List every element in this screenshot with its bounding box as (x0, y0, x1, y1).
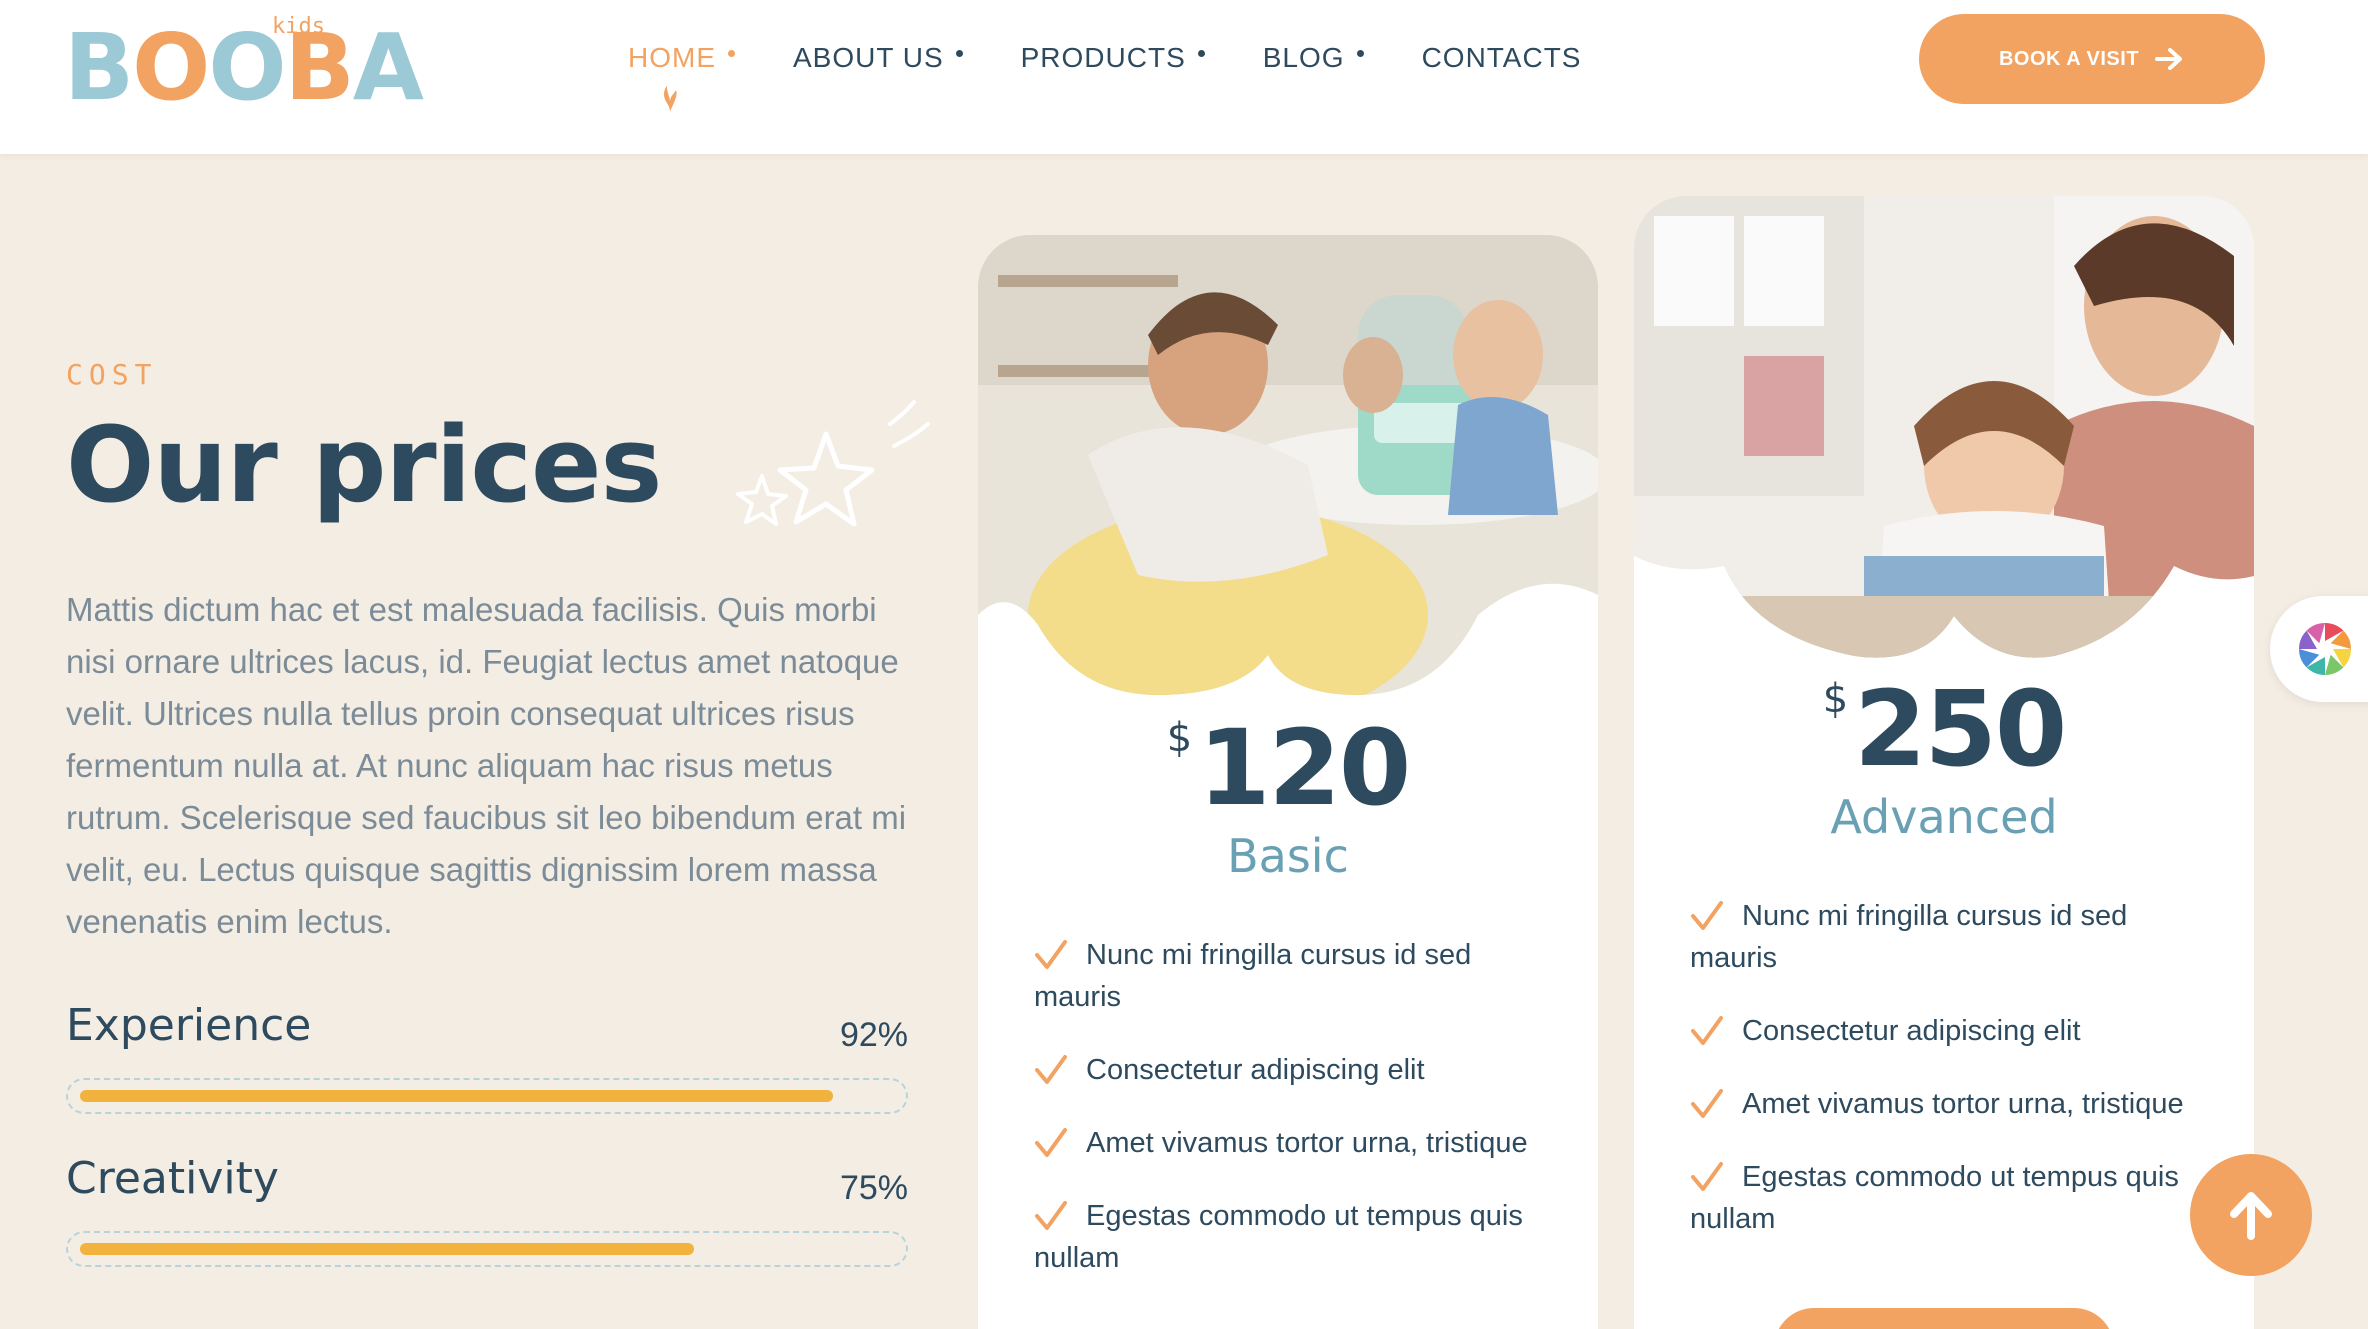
stars-doodle-icon (736, 400, 930, 527)
skill-percent: 92% (839, 1016, 908, 1054)
book-a-visit-button[interactable]: BOOK A VISIT (1919, 14, 2265, 104)
nav-dot (1197, 49, 1205, 57)
leaf-icon (664, 86, 677, 112)
nav-dot (728, 49, 735, 57)
skill-percent: 75% (839, 1169, 908, 1207)
skill-progress-fill (80, 1243, 694, 1255)
feature-item: Amet vivamus tortor urna, tristique (1690, 1083, 2210, 1125)
feature-item: Nunc mi fringilla cursus id sed mauris (1034, 939, 1472, 1013)
pricing-card-basic: $120 Basic Nunc mi fringilla cursus id s… (978, 235, 1598, 1329)
check-icon (1035, 1055, 1067, 1084)
plan-name: Advanced (1830, 790, 2058, 844)
section-title: Our prices (66, 404, 662, 526)
color-picker-tab[interactable] (2270, 596, 2368, 702)
skill-name: Creativity (66, 1153, 279, 1204)
skill-name: Experience (66, 1000, 312, 1051)
nav-item-home[interactable]: HOME (628, 42, 735, 112)
currency-symbol: $ (1822, 676, 1849, 722)
plan-features: Nunc mi fringilla cursus id sed mauris C… (1690, 895, 2210, 1271)
plan-price: $120 (978, 707, 1598, 829)
check-icon (1691, 901, 1723, 930)
skill-creativity: Creativity 75% (66, 1153, 908, 1267)
site-header: kids BOOBA HOME ABOUT US PRODUCTS BLOG C… (0, 0, 2368, 154)
pricing-card-advanced: $250 Advanced Nunc mi fringilla cursus i… (1634, 196, 2254, 1329)
check-icon (1035, 1128, 1067, 1157)
main-nav: HOME ABOUT US PRODUCTS BLOG CONTACTS (628, 38, 1639, 112)
scroll-to-top-button[interactable] (2190, 1154, 2312, 1276)
feature-item: Consectetur adipiscing elit (1034, 1049, 1554, 1091)
skill-experience: Experience 92% (66, 1000, 908, 1114)
currency-symbol: $ (1166, 715, 1193, 761)
skill-progress-track (66, 1078, 908, 1114)
nav-item-about-us[interactable]: ABOUT US (793, 42, 963, 74)
section-eyebrow: COST (66, 358, 158, 391)
skill-progress-track (66, 1231, 908, 1267)
book-a-visit-label: BOOK A VISIT (1998, 47, 2140, 70)
color-wheel-icon (2299, 623, 2351, 675)
arrow-right-icon (2155, 48, 2183, 70)
skill-progress-fill (80, 1090, 833, 1102)
plan-name: Basic (1227, 829, 1349, 883)
price-amount: 120 (1198, 707, 1411, 829)
choose-plan-button[interactable] (1774, 1308, 2114, 1329)
feature-item: Egestas commodo ut tempus quis nullam (1034, 1200, 1523, 1274)
feature-item: Egestas commodo ut tempus quis nullam (1690, 1161, 2179, 1235)
check-icon (1691, 1016, 1723, 1045)
check-icon (1035, 940, 1067, 969)
arrow-up-icon (2230, 1192, 2272, 1240)
plan-price: $250 (1634, 668, 2254, 790)
feature-item: Consectetur adipiscing elit (1690, 1010, 2210, 1052)
feature-item: Amet vivamus tortor urna, tristique (1034, 1122, 1554, 1164)
check-icon (1691, 1089, 1723, 1118)
section-description: Mattis dictum hac et est malesuada facil… (66, 591, 907, 940)
nav-dot (1356, 49, 1364, 57)
nav-item-blog[interactable]: BLOG (1263, 42, 1364, 74)
plan-features: Nunc mi fringilla cursus id sed mauris C… (1034, 934, 1554, 1310)
nav-item-products[interactable]: PRODUCTS (1021, 42, 1205, 74)
logo-wordmark: BOOBA (64, 14, 424, 121)
card-photo (978, 235, 1598, 695)
card-photo (1634, 196, 2254, 658)
feature-item: Nunc mi fringilla cursus id sed mauris (1690, 900, 2128, 974)
check-icon (1035, 1201, 1067, 1230)
logo[interactable]: kids BOOBA (64, 12, 424, 114)
nav-dot (955, 49, 963, 57)
check-icon (1691, 1162, 1723, 1191)
nav-item-contacts[interactable]: CONTACTS (1422, 42, 1582, 74)
price-amount: 250 (1854, 668, 2067, 790)
